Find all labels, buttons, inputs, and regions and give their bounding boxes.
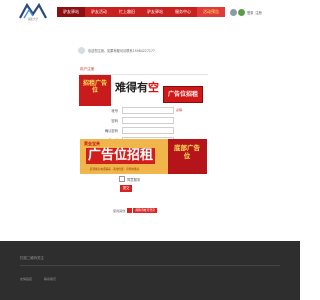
submit-button[interactable]: 提交 <box>120 185 132 192</box>
nav-item-community[interactable]: 忙上趣旧 <box>113 7 141 17</box>
login-link[interactable]: 登录 <box>247 10 253 15</box>
partner-label: 使用其他 <box>113 208 126 213</box>
logo-caption: 湖北大学 <box>27 18 39 21</box>
info-icon <box>78 46 85 54</box>
register-link[interactable]: 注册 <box>255 10 261 15</box>
banner-sign-text: 广告位招租 <box>167 91 198 98</box>
banner2-small-text: 赶紧拨打电话联系 · 黄金位置 · 宣传效果好 <box>90 168 140 171</box>
form-row-password: 密码 <box>88 116 218 126</box>
info-text: 欢迎您注册，如果有疑问请联系15984227177 <box>88 48 155 53</box>
footer-links: 友情链接 联系我们 <box>20 277 68 281</box>
nav-item-service-center[interactable]: 服务中心 <box>169 7 197 17</box>
banner-left-panel: 招租广告位 <box>79 75 111 106</box>
section-title: 用户注册 <box>80 67 95 71</box>
wechat-icon[interactable] <box>238 8 245 16</box>
confirm-password-label: 确认密码 <box>104 129 118 133</box>
form-row-confirm: 确认密码 <box>88 126 218 136</box>
footer-top-text: 扫描二维码关注 <box>20 256 44 260</box>
user-avatar-icon[interactable] <box>230 8 237 16</box>
main-nav: 驴友驿站 驴友活动 忙上趣旧 驴友驿站 服务中心 活动预告 <box>57 7 225 17</box>
banner-headline-b: 空 <box>148 81 159 94</box>
agree-row: 同意服务 <box>119 175 140 183</box>
account-hint: 必填 <box>176 108 183 112</box>
banner2-right-text: 底部广告位 <box>174 144 200 160</box>
confirm-password-input[interactable] <box>122 127 174 134</box>
qq-icon <box>127 207 133 213</box>
footer-link-friends[interactable]: 友情链接 <box>20 277 32 281</box>
banner-headline: 难得有空 <box>115 79 159 95</box>
password-label: 密码 <box>111 119 118 123</box>
info-notice: 欢迎您注册，如果有疑问请联系15984227177 <box>78 44 178 56</box>
banner-sign: 广告位招租 <box>163 86 203 103</box>
agree-label: 同意服务 <box>127 177 141 182</box>
banner2-right-panel: 底部广告位 <box>168 139 207 174</box>
top-header: 湖北大学 驴友驿站 驴友活动 忙上趣旧 驴友驿站 服务中心 活动预告 登录 注册 <box>0 0 300 23</box>
top-ad-banner[interactable]: 招租广告位 难得有空 广告位招租 <box>79 75 206 106</box>
partner-login: 使用其他 用腾讯帐号登录 <box>113 206 157 214</box>
footer-link-contact[interactable]: 联系我们 <box>44 277 56 281</box>
password-input[interactable] <box>122 117 174 124</box>
footer: 扫描二维码关注 友情链接 联系我们 <box>0 241 300 300</box>
bottom-ad-banner[interactable]: 黄金宝贵 广告位招租 赶紧拨打电话联系 · 黄金位置 · 宣传效果好 底部广告位 <box>80 139 207 174</box>
qq-login-button[interactable]: 用腾讯帐号登录 <box>133 207 157 213</box>
nav-item-station-2[interactable]: 驴友驿站 <box>141 7 169 17</box>
nav-item-activities[interactable]: 驴友活动 <box>85 7 113 17</box>
footer-divider <box>20 265 280 266</box>
banner-left-text: 招租广告位 <box>83 80 108 94</box>
register-section-header: 用户注册 <box>80 66 208 75</box>
account-input[interactable] <box>122 107 174 114</box>
banner2-main-text: 广告位招租 <box>86 148 156 164</box>
agree-checkbox[interactable] <box>119 176 125 182</box>
form-row-account: 帐号 必填 <box>88 106 218 116</box>
nav-item-lvyou-station[interactable]: 驴友驿站 <box>57 7 85 17</box>
banner2-slogan: 黄金宝贵 <box>84 141 100 146</box>
banner-headline-a: 难得有 <box>115 81 148 94</box>
account-label: 帐号 <box>111 109 118 113</box>
user-area: 登录 注册 <box>230 8 262 16</box>
nav-item-preview[interactable]: 活动预告 <box>197 7 225 17</box>
